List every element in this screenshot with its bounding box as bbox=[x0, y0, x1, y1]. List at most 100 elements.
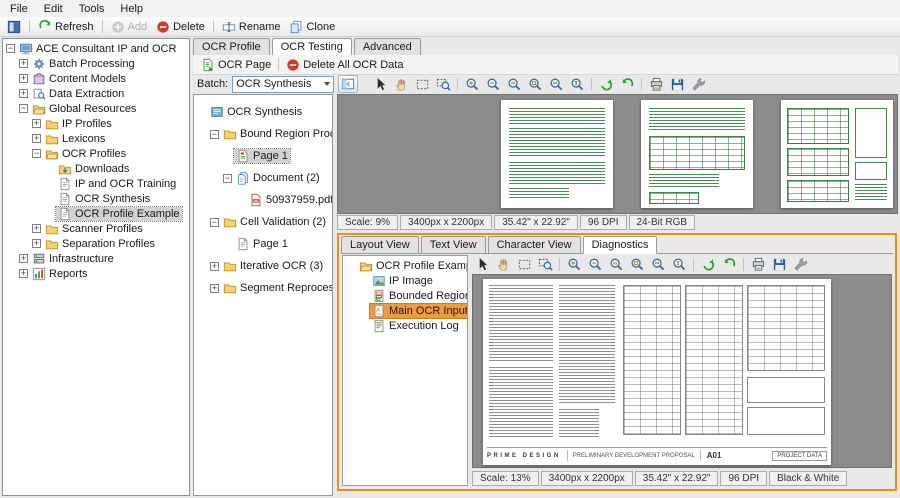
tab-ocr-testing[interactable]: OCR Testing bbox=[272, 38, 352, 56]
rotate-cw-button[interactable] bbox=[596, 75, 616, 93]
tree-item-global-resources[interactable]: −Global Resources bbox=[3, 101, 189, 116]
expand-toggle[interactable]: + bbox=[32, 224, 41, 233]
tree-item-page-1[interactable]: Page 1 bbox=[194, 237, 332, 251]
refresh-button[interactable]: Refresh bbox=[34, 19, 98, 35]
tree-item-bounded-regions[interactable]: Bounded Regions bbox=[343, 288, 467, 303]
image-viewer[interactable] bbox=[337, 94, 898, 214]
ocr-page-button[interactable]: OCR Page bbox=[197, 57, 275, 73]
expand-toggle[interactable]: + bbox=[19, 59, 28, 68]
tree-item-scanner-profiles[interactable]: +Scanner Profiles bbox=[3, 221, 189, 236]
tree-item-data-extraction[interactable]: +Data Extraction bbox=[3, 86, 189, 101]
tree-item-ip-and-ocr-training[interactable]: IP and OCR Training bbox=[3, 176, 189, 191]
tree-item-content-models[interactable]: +Content Models bbox=[3, 71, 189, 86]
page-thumbnail[interactable] bbox=[641, 100, 753, 208]
hand-button[interactable] bbox=[493, 256, 513, 274]
tree-item-ocr-profile-example[interactable]: OCR Profile Example bbox=[3, 206, 189, 221]
tree-item-reports[interactable]: +Reports bbox=[3, 266, 189, 281]
tree-item-document-2[interactable]: −Document (2) bbox=[194, 171, 332, 185]
hand-button[interactable] bbox=[391, 75, 411, 93]
rotate-cw-button[interactable] bbox=[698, 256, 718, 274]
tree-item-infrastructure[interactable]: +Infrastructure bbox=[3, 251, 189, 266]
rotate-ccw-button[interactable] bbox=[617, 75, 637, 93]
zoom-width-button[interactable] bbox=[648, 256, 668, 274]
rotate-ccw-button[interactable] bbox=[719, 256, 739, 274]
tab-diagnostics[interactable]: Diagnostics bbox=[583, 236, 658, 254]
tree-item-ocr-profiles[interactable]: −OCR Profiles bbox=[3, 146, 189, 161]
tab-advanced[interactable]: Advanced bbox=[354, 38, 421, 56]
batch-select[interactable]: OCR Synthesis bbox=[232, 76, 334, 93]
tree-item-ip-profiles[interactable]: +IP Profiles bbox=[3, 116, 189, 131]
expand-toggle[interactable]: + bbox=[19, 89, 28, 98]
tree-item-downloads[interactable]: Downloads bbox=[3, 161, 189, 176]
collapse-toggle[interactable]: − bbox=[6, 44, 15, 53]
panel-toggle-button[interactable] bbox=[338, 75, 358, 93]
clone-button[interactable]: Clone bbox=[285, 19, 339, 35]
collapse-toggle[interactable]: − bbox=[210, 130, 219, 139]
zoom-in-button[interactable] bbox=[462, 75, 482, 93]
menu-edit[interactable]: Edit bbox=[36, 2, 71, 16]
page-thumbnail[interactable] bbox=[501, 100, 613, 208]
collapse-toggle[interactable]: − bbox=[32, 149, 41, 158]
marquee-button[interactable] bbox=[412, 75, 432, 93]
zoom-actual-button[interactable] bbox=[606, 256, 626, 274]
expand-toggle[interactable]: + bbox=[210, 262, 219, 271]
tab-character-view[interactable]: Character View bbox=[488, 236, 581, 254]
tree-item-page-1[interactable]: Page 1 bbox=[194, 149, 332, 163]
settings-button[interactable] bbox=[688, 75, 708, 93]
save-button[interactable] bbox=[667, 75, 687, 93]
marquee-button[interactable] bbox=[514, 256, 534, 274]
collapse-toggle[interactable]: − bbox=[210, 218, 219, 227]
tree-item-ocr-synthesis[interactable]: OCR Synthesis bbox=[3, 191, 189, 206]
delete-all-ocr-data-button[interactable]: Delete All OCR Data bbox=[282, 57, 407, 73]
tree-item-bound-region-processing-1[interactable]: −Bound Region Processing (1) bbox=[194, 127, 332, 141]
tree-item-ip-image[interactable]: IP Image bbox=[343, 273, 467, 288]
collapse-toggle[interactable]: − bbox=[223, 174, 232, 183]
pointer-button[interactable] bbox=[370, 75, 390, 93]
zoom-select-button[interactable] bbox=[433, 75, 453, 93]
tree-item-main-ocr-input[interactable]: AMain OCR Input bbox=[343, 303, 467, 318]
collapse-toggle[interactable]: − bbox=[19, 104, 28, 113]
tree-item-cell-validation-2[interactable]: −Cell Validation (2) bbox=[194, 215, 332, 229]
tab-text-view[interactable]: Text View bbox=[421, 236, 486, 254]
zoom-height-button[interactable] bbox=[669, 256, 689, 274]
menu-tools[interactable]: Tools bbox=[71, 2, 113, 16]
tree-item-ace-consultant-ip-and-ocr[interactable]: −ACE Consultant IP and OCR bbox=[3, 41, 189, 56]
tab-ocr-profile[interactable]: OCR Profile bbox=[193, 38, 270, 56]
zoom-in-button[interactable] bbox=[564, 256, 584, 274]
expand-toggle[interactable]: + bbox=[19, 254, 28, 263]
tree-item-batch-processing[interactable]: +Batch Processing bbox=[3, 56, 189, 71]
rename-button[interactable]: Rename bbox=[218, 19, 285, 35]
page-thumbnail[interactable] bbox=[781, 100, 893, 208]
expand-toggle[interactable]: + bbox=[32, 239, 41, 248]
expand-toggle[interactable]: + bbox=[19, 74, 28, 83]
menu-help[interactable]: Help bbox=[112, 2, 151, 16]
add-button[interactable]: Add bbox=[107, 19, 152, 35]
expand-toggle[interactable]: + bbox=[32, 119, 41, 128]
tree-item-ocr-synthesis[interactable]: OCR Synthesis bbox=[194, 105, 332, 119]
tree-item-lexicons[interactable]: +Lexicons bbox=[3, 131, 189, 146]
tree-item-separation-profiles[interactable]: +Separation Profiles bbox=[3, 236, 189, 251]
zoom-out-button[interactable] bbox=[585, 256, 605, 274]
expand-toggle[interactable]: + bbox=[210, 284, 219, 293]
zoom-fit-button[interactable] bbox=[525, 75, 545, 93]
zoom-height-button[interactable] bbox=[567, 75, 587, 93]
tab-layout-view[interactable]: Layout View bbox=[341, 236, 419, 254]
zoom-out-button[interactable] bbox=[483, 75, 503, 93]
tree-item-ocr-profile-example[interactable]: OCR Profile Example bbox=[343, 258, 467, 273]
print-button[interactable] bbox=[748, 256, 768, 274]
nav-panel-button[interactable] bbox=[3, 19, 25, 35]
tree-item-50937959-pdf[interactable]: 50937959.pdf bbox=[194, 193, 332, 207]
zoom-actual-button[interactable] bbox=[504, 75, 524, 93]
tree-item-execution-log[interactable]: Execution Log bbox=[343, 318, 467, 333]
tree-item-iterative-ocr-3[interactable]: +Iterative OCR (3) bbox=[194, 259, 332, 273]
delete-button[interactable]: Delete bbox=[152, 19, 209, 35]
zoom-select-button[interactable] bbox=[535, 256, 555, 274]
expand-toggle[interactable]: + bbox=[32, 134, 41, 143]
settings-button[interactable] bbox=[790, 256, 810, 274]
diagnostics-viewer[interactable]: PRIME DESIGN PRELIMINARY DEVELOPMENT PRO… bbox=[472, 274, 892, 468]
tree-item-segment-reprocessing-4[interactable]: +Segment Reprocessing (4) bbox=[194, 281, 332, 295]
save-button[interactable] bbox=[769, 256, 789, 274]
expand-toggle[interactable]: + bbox=[19, 269, 28, 278]
menu-file[interactable]: File bbox=[2, 2, 36, 16]
zoom-width-button[interactable] bbox=[546, 75, 566, 93]
